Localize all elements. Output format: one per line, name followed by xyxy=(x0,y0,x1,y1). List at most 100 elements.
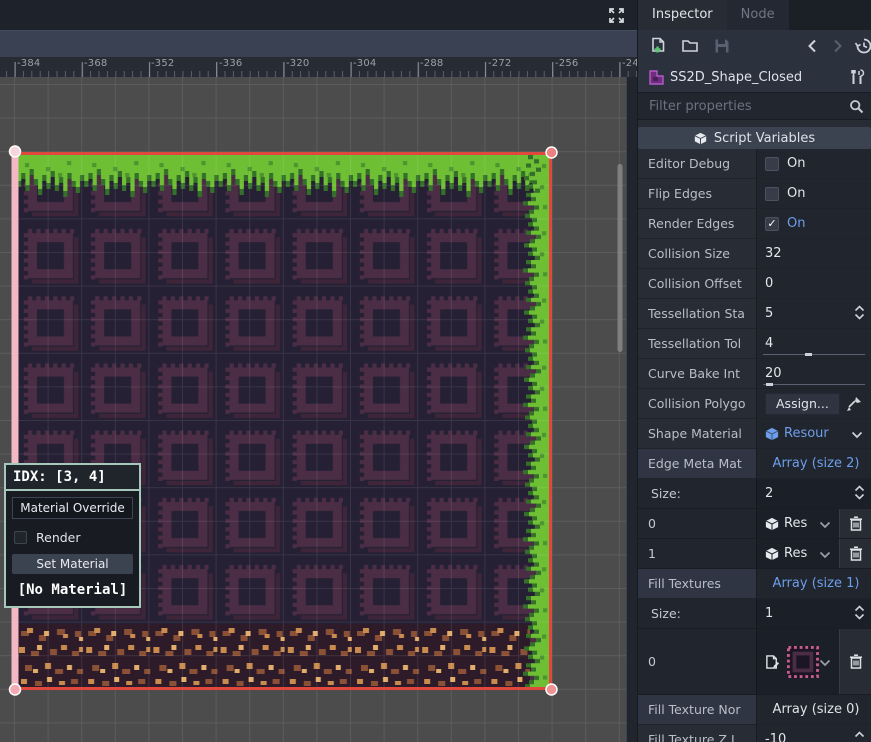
property-label: Curve Bake Int xyxy=(638,359,756,388)
history-forward-icon[interactable] xyxy=(828,37,846,55)
slider-handle[interactable] xyxy=(805,353,812,356)
canvas-2d[interactable] xyxy=(0,77,637,742)
array-size-row: Size: 2 xyxy=(638,479,871,509)
save-icon[interactable] xyxy=(713,37,731,55)
property-row: Tessellation Sta 5 xyxy=(638,299,871,329)
control-point-handle[interactable] xyxy=(10,684,21,695)
control-point-handle[interactable] xyxy=(546,684,557,695)
slider-handle[interactable] xyxy=(766,383,773,386)
tab-node[interactable]: Node xyxy=(727,0,789,30)
render-checkbox[interactable] xyxy=(14,531,27,544)
spinner-icon[interactable] xyxy=(854,730,865,742)
render-label: Render xyxy=(36,530,81,545)
property-label: Flip Edges xyxy=(638,179,756,208)
folder-icon[interactable] xyxy=(681,37,699,55)
history-icon[interactable] xyxy=(855,37,871,55)
tab-inspector[interactable]: Inspector xyxy=(638,0,727,30)
collision-offset-field[interactable]: 0 xyxy=(765,276,773,291)
chevron-down-icon[interactable] xyxy=(819,544,831,563)
resource-cube-icon xyxy=(765,547,779,561)
search-icon xyxy=(849,99,864,114)
fill-texture-0[interactable] xyxy=(756,629,839,694)
expand-icon[interactable] xyxy=(607,6,626,25)
property-row: Render Edges ✓ On xyxy=(638,209,871,239)
property-label: Tessellation Sta xyxy=(638,299,756,328)
trash-icon[interactable] xyxy=(839,539,871,568)
property-row: Edge Meta Mat Array (size 2) xyxy=(638,449,871,479)
resource-cube-icon xyxy=(765,427,779,441)
property-row: Fill Texture Nor Array (size 0) xyxy=(638,695,871,725)
inspector-tab-bar: Inspector Node xyxy=(638,0,871,30)
property-row: Editor Debug On xyxy=(638,149,871,179)
assign-button[interactable]: Assign... xyxy=(765,393,840,415)
history-back-icon[interactable] xyxy=(804,37,822,55)
edge-meta-materials-array-link[interactable]: Array (size 2) xyxy=(765,456,867,471)
collision-size-field[interactable]: 32 xyxy=(765,246,782,261)
object-icon xyxy=(648,69,665,86)
spinner-icon[interactable] xyxy=(854,304,865,323)
property-label: Render Edges xyxy=(638,209,756,238)
tools-icon[interactable] xyxy=(849,69,865,85)
texture-item-row: 0 xyxy=(638,629,871,695)
property-label: Collision Offset xyxy=(638,269,756,298)
control-point-handle[interactable] xyxy=(546,147,557,158)
set-material-button[interactable]: Set Material xyxy=(12,554,133,574)
ruler-label: -288 xyxy=(420,58,444,69)
property-label: Fill Textures xyxy=(638,569,756,598)
edge-array-size-field[interactable]: 2 xyxy=(765,486,773,501)
tessellation-tolerance-field[interactable]: 4 xyxy=(765,336,773,351)
shape-material-resource[interactable]: Resour xyxy=(756,419,871,448)
edge-material-popup: IDX: [3, 4] Material Override Render Set… xyxy=(4,463,141,608)
property-label: Edge Meta Mat xyxy=(638,449,756,478)
spinner-icon[interactable] xyxy=(854,604,865,623)
cube-icon xyxy=(694,132,707,145)
ruler-label: -272 xyxy=(488,58,512,69)
ruler-label: -368 xyxy=(84,58,108,69)
trash-icon[interactable] xyxy=(839,509,871,538)
render-edges-checkbox[interactable]: ✓ xyxy=(765,217,779,231)
control-point-handle[interactable] xyxy=(10,146,21,157)
viewport-secondary-toolbar xyxy=(0,30,637,57)
edited-object-row[interactable]: SS2D_Shape_Closed xyxy=(638,62,871,92)
property-label: Editor Debug xyxy=(638,149,756,178)
filter-properties-input[interactable] xyxy=(638,93,871,119)
filter-properties-bar xyxy=(638,92,871,120)
section-script-variables[interactable]: Script Variables xyxy=(638,127,871,149)
popup-idx-label: IDX: [3, 4] xyxy=(6,465,139,491)
ruler-label: -384 xyxy=(17,58,41,69)
property-row: Shape Material Resour xyxy=(638,419,871,449)
array-item-row: 1 Res xyxy=(638,539,871,569)
chevron-down-icon[interactable] xyxy=(819,514,831,533)
spinner-icon[interactable] xyxy=(854,484,865,503)
ruler-label: -320 xyxy=(286,58,310,69)
edge-item-1-resource[interactable]: Res xyxy=(756,539,839,568)
property-row: Curve Bake Int 20 xyxy=(638,359,871,389)
fill-array-size-field[interactable]: 1 xyxy=(765,606,773,621)
ruler-label: -352 xyxy=(151,58,175,69)
property-label: Fill Texture Z I xyxy=(638,725,756,742)
property-row: Tessellation Tol 4 xyxy=(638,329,871,359)
fill-textures-array-link[interactable]: Array (size 1) xyxy=(765,576,867,591)
chevron-down-icon[interactable] xyxy=(851,424,863,443)
fill-texture-normals-array-link[interactable]: Array (size 0) xyxy=(765,702,867,717)
viewport-right-band xyxy=(626,77,637,742)
ruler-label: -256 xyxy=(555,58,579,69)
tessellation-stages-field[interactable]: 5 xyxy=(765,306,773,321)
clear-brush-icon[interactable] xyxy=(841,393,867,415)
new-resource-icon[interactable] xyxy=(649,37,667,55)
texture-thumbnail[interactable] xyxy=(787,645,819,679)
viewport-2d: -384 -368 -352 -336 -320 -304 -288 -272 … xyxy=(0,0,637,742)
vertical-scrollbar-thumb[interactable] xyxy=(618,164,623,352)
curve-bake-interval-field[interactable]: 20 xyxy=(765,366,782,381)
chevron-down-icon[interactable] xyxy=(819,652,831,671)
property-row: Fill Texture Z I -10 xyxy=(638,725,871,742)
property-row: Fill Textures Array (size 1) xyxy=(638,569,871,599)
edge-item-0-resource[interactable]: Res xyxy=(756,509,839,538)
fill-texture-z-index-field[interactable]: -10 xyxy=(765,732,786,742)
flip-edges-checkbox[interactable] xyxy=(765,187,779,201)
editor-debug-checkbox[interactable] xyxy=(765,157,779,171)
trash-icon[interactable] xyxy=(839,629,871,694)
material-override-button[interactable]: Material Override xyxy=(12,497,133,519)
resource-cube-icon xyxy=(765,517,779,531)
property-row: Collision Offset 0 xyxy=(638,269,871,299)
